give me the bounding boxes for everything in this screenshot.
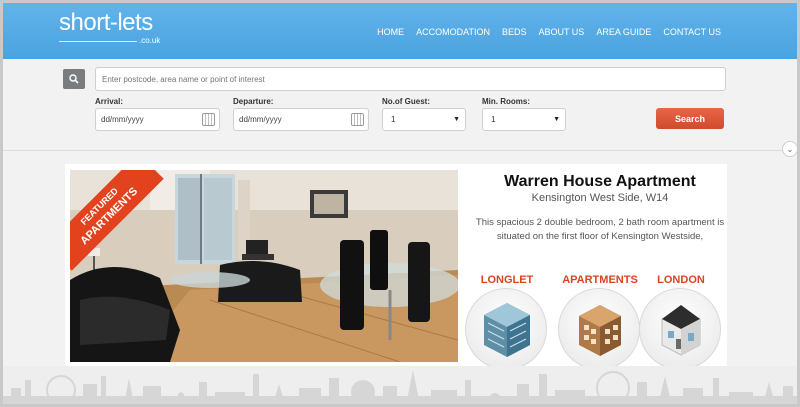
nav-home[interactable]: HOME bbox=[377, 27, 404, 37]
calendar-icon[interactable] bbox=[202, 113, 215, 126]
calendar-icon[interactable] bbox=[351, 113, 364, 126]
site-logo[interactable]: short-lets .co.uk bbox=[59, 9, 160, 45]
dropdown-arrow-icon: ▼ bbox=[453, 116, 460, 123]
location-search-input[interactable] bbox=[95, 67, 726, 91]
office-building-icon bbox=[484, 303, 530, 357]
property-description: This spacious 2 double bedroom, 2 bath r… bbox=[475, 217, 725, 242]
departure-label: Departure: bbox=[233, 97, 274, 106]
search-button[interactable]: Search bbox=[656, 108, 724, 129]
tag-longlet-label[interactable]: LONGLET bbox=[465, 274, 549, 286]
departure-date-value: dd/mm/yyyy bbox=[239, 115, 282, 124]
apartment-building-icon bbox=[579, 305, 621, 356]
nav-beds[interactable]: BEDS bbox=[502, 27, 527, 37]
site-header: short-lets .co.uk HOME ACCOMODATION BEDS… bbox=[3, 3, 797, 59]
nav-about-us[interactable]: ABOUT US bbox=[538, 27, 584, 37]
logo-domain: .co.uk bbox=[139, 36, 161, 45]
nav-contact-us[interactable]: CONTACT US bbox=[663, 27, 721, 37]
tag-london-label[interactable]: LONDON bbox=[639, 274, 723, 286]
tag-london-badge[interactable] bbox=[639, 288, 721, 370]
property-title[interactable]: Warren House Apartment bbox=[465, 173, 735, 191]
guests-value: 1 bbox=[391, 115, 396, 124]
rooms-value: 1 bbox=[491, 115, 496, 124]
nav-area-guide[interactable]: AREA GUIDE bbox=[596, 27, 651, 37]
tag-apartments-label[interactable]: APARTMENTS bbox=[552, 274, 648, 286]
tag-apartments-badge[interactable] bbox=[558, 288, 640, 370]
search-panel: Arrival: dd/mm/yyyy Departure: dd/mm/yyy… bbox=[3, 59, 797, 151]
nav-accomodation[interactable]: ACCOMODATION bbox=[416, 27, 490, 37]
page-frame: short-lets .co.uk HOME ACCOMODATION BEDS… bbox=[0, 0, 800, 407]
london-skyline-decoration bbox=[3, 366, 797, 404]
logo-underline bbox=[59, 41, 137, 42]
guests-select[interactable]: 1 ▼ bbox=[382, 108, 466, 131]
arrival-date-input[interactable]: dd/mm/yyyy bbox=[95, 108, 220, 131]
property-photo[interactable]: FEATURED APARTMENTS bbox=[70, 170, 458, 362]
house-icon bbox=[661, 305, 701, 356]
arrival-date-value: dd/mm/yyyy bbox=[101, 115, 144, 124]
tag-longlet-badge[interactable] bbox=[465, 288, 547, 370]
departure-date-input[interactable]: dd/mm/yyyy bbox=[233, 108, 369, 131]
property-location: Kensington West Side, W14 bbox=[531, 192, 669, 204]
chevron-down-icon[interactable]: ⌄ bbox=[782, 141, 797, 157]
rooms-label: Min. Rooms: bbox=[482, 97, 530, 106]
featured-property-card: FEATURED APARTMENTS Warren House Apartme… bbox=[65, 164, 727, 376]
logo-text: short-lets bbox=[59, 9, 153, 36]
dropdown-arrow-icon: ▼ bbox=[553, 116, 560, 123]
search-icon[interactable] bbox=[63, 69, 85, 89]
main-nav: HOME ACCOMODATION BEDS ABOUT US AREA GUI… bbox=[365, 27, 721, 37]
rooms-select[interactable]: 1 ▼ bbox=[482, 108, 566, 131]
arrival-label: Arrival: bbox=[95, 97, 124, 106]
guests-label: No.of Guest: bbox=[382, 97, 430, 106]
